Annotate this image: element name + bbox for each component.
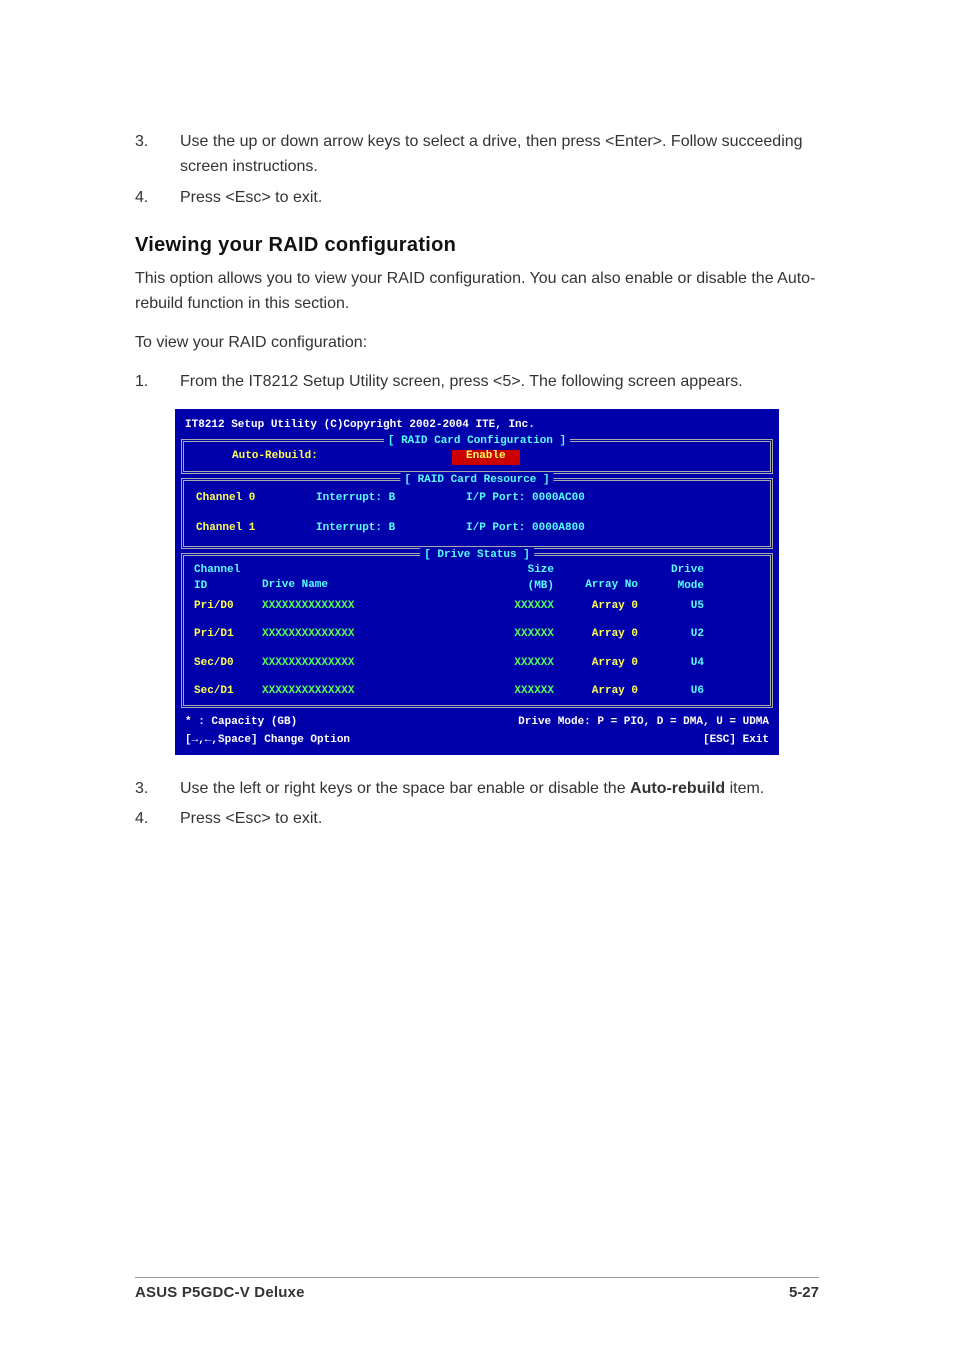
step-3b: 3. Use the left or right keys or the spa… — [135, 777, 819, 802]
drive-size-value: XXXXXX — [492, 626, 554, 643]
drive-status-panel: [ Drive Status ] ChannelID Drive Name Si… — [181, 553, 773, 708]
bios-footer-row1: * : Capacity (GB) Drive Mode: P = PIO, D… — [175, 712, 779, 731]
step-1: 1. From the IT8212 Setup Utility screen,… — [135, 370, 819, 395]
drive-id: Sec/D0 — [194, 655, 262, 672]
channel-1-row: Channel 1 Interrupt: B I/P Port: 0000A80… — [192, 520, 762, 537]
drive-name-value: XXXXXXXXXXXXXX — [262, 655, 492, 672]
interrupt-label: Interrupt: B — [316, 490, 466, 507]
lead-paragraph: To view your RAID configuration: — [135, 331, 819, 356]
drive-mode-value: U5 — [644, 598, 704, 615]
step-text: From the IT8212 Setup Utility screen, pr… — [180, 370, 819, 395]
step-num: 1. — [135, 370, 180, 395]
ip-port-label: I/P Port: 0000AC00 — [466, 490, 585, 507]
col-drive-name: Drive Name — [262, 562, 492, 595]
drive-size-value: XXXXXX — [492, 683, 554, 700]
drive-mode-value: U4 — [644, 655, 704, 672]
step-text-pre: Use the left or right keys or the space … — [180, 780, 630, 797]
step-text: Press <Esc> to exit. — [180, 807, 819, 832]
step-num: 4. — [135, 807, 180, 832]
drive-array-value: Array 0 — [554, 683, 644, 700]
step-num: 3. — [135, 777, 180, 802]
drive-name-value: XXXXXXXXXXXXXX — [262, 598, 492, 615]
panel-legend: [ Drive Status ] — [420, 547, 534, 564]
auto-rebuild-label: Auto-Rebuild: — [232, 448, 452, 465]
drive-size-value: XXXXXX — [492, 598, 554, 615]
drive-row: Sec/D1 XXXXXXXXXXXXXX XXXXXX Array 0 U6 — [192, 683, 762, 700]
drive-mode-value: U6 — [644, 683, 704, 700]
step-num: 4. — [135, 186, 180, 211]
channel-0-row: Channel 0 Interrupt: B I/P Port: 0000AC0… — [192, 490, 762, 507]
interrupt-label: Interrupt: B — [316, 520, 466, 537]
step-text-post: item. — [725, 780, 764, 797]
drive-array-value: Array 0 — [554, 598, 644, 615]
step-4: 4. Press <Esc> to exit. — [135, 186, 819, 211]
col-size: Size(MB) — [492, 562, 554, 595]
drive-row: Pri/D0 XXXXXXXXXXXXXX XXXXXX Array 0 U5 — [192, 598, 762, 615]
raid-config-panel: [ RAID Card Configuration ] Auto-Rebuild… — [181, 439, 773, 474]
step-3: 3. Use the up or down arrow keys to sele… — [135, 130, 819, 180]
auto-rebuild-row: Auto-Rebuild: Enable — [192, 448, 762, 465]
col-array-no: Array No — [554, 562, 644, 595]
drive-name-value: XXXXXXXXXXXXXX — [262, 626, 492, 643]
auto-rebuild-bold: Auto-rebuild — [630, 780, 725, 797]
col-channel-id: ChannelID — [194, 562, 262, 595]
drive-row: Pri/D1 XXXXXXXXXXXXXX XXXXXX Array 0 U2 — [192, 626, 762, 643]
drive-id: Pri/D1 — [194, 626, 262, 643]
step-text: Use the left or right keys or the space … — [180, 777, 819, 802]
step-4b: 4. Press <Esc> to exit. — [135, 807, 819, 832]
page-footer: ASUS P5GDC-V Deluxe 5-27 — [135, 1277, 819, 1301]
drive-name-value: XXXXXXXXXXXXXX — [262, 683, 492, 700]
drive-mode-value: U2 — [644, 626, 704, 643]
drive-id: Pri/D0 — [194, 598, 262, 615]
channel-label: Channel 0 — [196, 490, 316, 507]
capacity-legend: * : Capacity (GB) — [185, 714, 297, 731]
step-text: Press <Esc> to exit. — [180, 186, 819, 211]
footer-model: ASUS P5GDC-V Deluxe — [135, 1284, 305, 1301]
intro-paragraph: This option allows you to view your RAID… — [135, 267, 819, 317]
panel-legend: [ RAID Card Resource ] — [400, 472, 553, 489]
auto-rebuild-value[interactable]: Enable — [452, 448, 520, 465]
drive-size-value: XXXXXX — [492, 655, 554, 672]
drive-id: Sec/D1 — [194, 683, 262, 700]
esc-exit-hint: [ESC] Exit — [703, 732, 769, 749]
step-num: 3. — [135, 130, 180, 180]
bios-screenshot: IT8212 Setup Utility (C)Copyright 2002-2… — [175, 409, 779, 755]
bios-footer-row2: [→,←,Space] Change Option [ESC] Exit — [175, 730, 779, 749]
drive-array-value: Array 0 — [554, 655, 644, 672]
panel-legend: [ RAID Card Configuration ] — [384, 433, 570, 450]
section-heading: Viewing your RAID configuration — [135, 234, 819, 257]
col-drive-mode: DriveMode — [644, 562, 704, 595]
footer-page-number: 5-27 — [789, 1284, 819, 1301]
drive-array-value: Array 0 — [554, 626, 644, 643]
ip-port-label: I/P Port: 0000A800 — [466, 520, 585, 537]
drive-mode-legend: Drive Mode: P = PIO, D = DMA, U = UDMA — [518, 714, 769, 731]
drive-row: Sec/D0 XXXXXXXXXXXXXX XXXXXX Array 0 U4 — [192, 655, 762, 672]
change-option-hint: [→,←,Space] Change Option — [185, 732, 350, 749]
step-text: Use the up or down arrow keys to select … — [180, 130, 819, 180]
raid-resource-panel: [ RAID Card Resource ] Channel 0 Interru… — [181, 478, 773, 549]
drive-status-header: ChannelID Drive Name Size(MB) Array No D… — [192, 562, 762, 595]
channel-label: Channel 1 — [196, 520, 316, 537]
